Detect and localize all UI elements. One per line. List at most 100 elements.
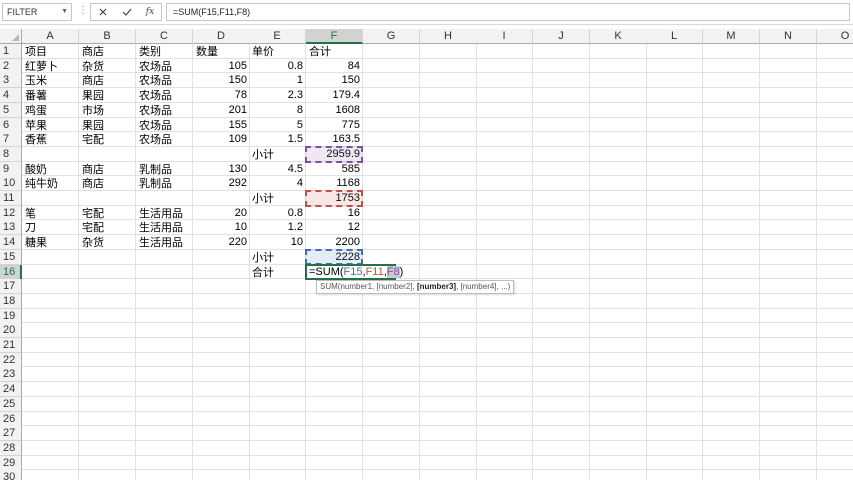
cell-e15[interactable]: 小计 <box>249 250 306 265</box>
cell-c4[interactable]: 农场品 <box>136 88 193 103</box>
cell-a7[interactable]: 香蕉 <box>22 132 79 147</box>
cell-d13[interactable]: 10 <box>193 220 250 235</box>
row-header-30[interactable]: 30 <box>0 470 22 480</box>
cell-c2[interactable]: 农场品 <box>136 59 193 74</box>
cell-e6[interactable]: 5 <box>249 118 306 133</box>
cell-d10[interactable]: 292 <box>193 176 250 191</box>
cell-e12[interactable]: 0.8 <box>249 206 306 221</box>
cell-c9[interactable]: 乳制品 <box>136 162 193 177</box>
fx-icon[interactable]: fx <box>140 4 160 20</box>
row-header-23[interactable]: 23 <box>0 367 22 383</box>
cell-e16[interactable]: 合计 <box>249 265 306 280</box>
row-header-5[interactable]: 5 <box>0 102 22 118</box>
row-header-1[interactable]: 1 <box>0 44 22 59</box>
select-all-corner[interactable] <box>0 29 22 44</box>
row-header-12[interactable]: 12 <box>0 205 22 221</box>
row-header-10[interactable]: 10 <box>0 176 22 192</box>
cell-d12[interactable]: 20 <box>193 206 250 221</box>
cell-e2[interactable]: 0.8 <box>249 59 306 74</box>
row-header-11[interactable]: 11 <box>0 191 22 206</box>
cell-f1[interactable]: 合计 <box>306 44 363 59</box>
row-header-6[interactable]: 6 <box>0 117 22 133</box>
cell-a10[interactable]: 纯牛奶 <box>22 176 79 191</box>
row-header-7[interactable]: 7 <box>0 132 22 148</box>
cell-e14[interactable]: 10 <box>249 235 306 250</box>
cell-b6[interactable]: 果园 <box>79 118 136 133</box>
cell-a9[interactable]: 酸奶 <box>22 162 79 177</box>
column-header-b[interactable]: B <box>79 29 136 44</box>
column-header-o[interactable]: O <box>817 29 853 44</box>
cell-e9[interactable]: 4.5 <box>249 162 306 177</box>
cell-d6[interactable]: 155 <box>193 118 250 133</box>
cell-e3[interactable]: 1 <box>249 73 306 88</box>
cell-f5[interactable]: 1608 <box>306 103 363 118</box>
column-header-k[interactable]: K <box>590 29 647 44</box>
cell-f12[interactable]: 16 <box>306 206 363 221</box>
row-header-15[interactable]: 15 <box>0 249 22 265</box>
cell-a3[interactable]: 玉米 <box>22 73 79 88</box>
cell-e4[interactable]: 2.3 <box>249 88 306 103</box>
cell-b13[interactable]: 宅配 <box>79 220 136 235</box>
row-header-8[interactable]: 8 <box>0 146 22 162</box>
cell-c12[interactable]: 生活用品 <box>136 206 193 221</box>
cell-c13[interactable]: 生活用品 <box>136 220 193 235</box>
cell-b10[interactable]: 商店 <box>79 176 136 191</box>
cell-a1[interactable]: 项目 <box>22 44 79 59</box>
cell-b14[interactable]: 杂货 <box>79 235 136 250</box>
cell-f6[interactable]: 775 <box>306 118 363 133</box>
cell-d4[interactable]: 78 <box>193 88 250 103</box>
column-header-n[interactable]: N <box>760 29 817 44</box>
cell-c7[interactable]: 农场品 <box>136 132 193 147</box>
column-header-g[interactable]: G <box>363 29 420 44</box>
column-header-h[interactable]: H <box>420 29 477 44</box>
cell-d2[interactable]: 105 <box>193 59 250 74</box>
row-header-22[interactable]: 22 <box>0 352 22 368</box>
cell-e1[interactable]: 单价 <box>249 44 306 59</box>
cell-c5[interactable]: 农场品 <box>136 103 193 118</box>
cell-b1[interactable]: 商店 <box>79 44 136 59</box>
row-header-4[interactable]: 4 <box>0 88 22 104</box>
column-header-d[interactable]: D <box>193 29 250 44</box>
cell-a2[interactable]: 红萝卜 <box>22 59 79 74</box>
cell-editor-f16[interactable]: =SUM(F15,F11,F8) <box>305 263 403 281</box>
cell-e7[interactable]: 1.5 <box>249 132 306 147</box>
column-header-m[interactable]: M <box>703 29 760 44</box>
row-header-21[interactable]: 21 <box>0 338 22 353</box>
row-header-16[interactable]: 16 <box>0 264 22 280</box>
cell-a14[interactable]: 糖果 <box>22 235 79 250</box>
cell-b12[interactable]: 宅配 <box>79 206 136 221</box>
cell-c1[interactable]: 类别 <box>136 44 193 59</box>
cell-d1[interactable]: 数量 <box>193 44 250 59</box>
cell-b7[interactable]: 宅配 <box>79 132 136 147</box>
row-header-29[interactable]: 29 <box>0 455 22 471</box>
column-header-a[interactable]: A <box>22 29 79 44</box>
column-header-c[interactable]: C <box>136 29 193 44</box>
column-header-j[interactable]: J <box>533 29 590 44</box>
cell-b2[interactable]: 杂货 <box>79 59 136 74</box>
row-header-27[interactable]: 27 <box>0 426 22 442</box>
cell-f2[interactable]: 84 <box>306 59 363 74</box>
cell-e11[interactable]: 小计 <box>249 191 306 206</box>
cell-a12[interactable]: 笔 <box>22 206 79 221</box>
cell-a13[interactable]: 刀 <box>22 220 79 235</box>
cell-a4[interactable]: 番薯 <box>22 88 79 103</box>
cell-d7[interactable]: 109 <box>193 132 250 147</box>
cell-c6[interactable]: 农场品 <box>136 118 193 133</box>
row-header-2[interactable]: 2 <box>0 58 22 74</box>
cell-d14[interactable]: 220 <box>193 235 250 250</box>
row-header-3[interactable]: 3 <box>0 73 22 89</box>
cell-d9[interactable]: 130 <box>193 162 250 177</box>
check-icon[interactable] <box>117 4 137 20</box>
column-header-f[interactable]: F <box>306 29 363 44</box>
cell-e13[interactable]: 1.2 <box>249 220 306 235</box>
cell-e5[interactable]: 8 <box>249 103 306 118</box>
more-options-icon[interactable]: ⋮ <box>78 5 88 16</box>
row-header-17[interactable]: 17 <box>0 279 22 295</box>
cancel-icon[interactable] <box>93 4 113 20</box>
cell-d3[interactable]: 150 <box>193 73 250 88</box>
column-header-l[interactable]: L <box>646 29 703 44</box>
column-header-e[interactable]: E <box>249 29 306 44</box>
column-header-i[interactable]: I <box>476 29 533 44</box>
cell-f13[interactable]: 12 <box>306 220 363 235</box>
row-header-19[interactable]: 19 <box>0 308 22 324</box>
